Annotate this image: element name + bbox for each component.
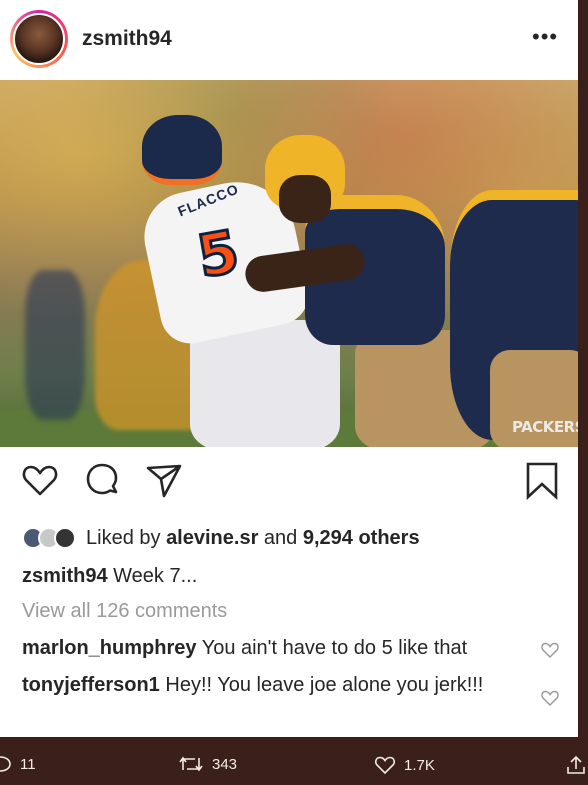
avatar <box>13 13 65 65</box>
retweet-action[interactable]: 343 <box>178 755 237 773</box>
ellipsis-icon[interactable]: ••• <box>532 24 558 50</box>
post-photo[interactable]: FLACCO 5 PACKERS <box>0 80 578 447</box>
comment-like-heart-icon[interactable] <box>540 688 560 708</box>
reply-action[interactable]: 11 <box>0 755 36 773</box>
photo-teammate <box>450 190 578 447</box>
heart-outline-icon <box>374 756 396 775</box>
upload-share-icon <box>567 755 585 774</box>
caption-text: Week 7... <box>113 565 198 587</box>
heart-icon[interactable] <box>20 460 60 500</box>
photo-background-player <box>25 270 85 420</box>
bookmark-icon[interactable] <box>522 460 562 500</box>
photo-watermark: PACKERS <box>512 418 578 436</box>
tweet-action-bar: 11 343 1.7K <box>0 737 588 785</box>
comment-username[interactable]: marlon_humphrey <box>22 637 196 659</box>
share-action[interactable] <box>566 755 588 775</box>
like-action[interactable]: 1.7K <box>374 755 435 775</box>
comment-text: You ain't have to do 5 like that <box>201 637 468 659</box>
post-caption: zsmith94 Week 7... <box>22 565 197 588</box>
post-username[interactable]: zsmith94 <box>82 27 172 51</box>
retweet-icon <box>179 756 203 772</box>
avatar-story-ring[interactable] <box>10 10 68 68</box>
instagram-post-card: zsmith94 ••• FLACCO 5 PACKERS Liked by a… <box>0 0 578 737</box>
comment-item: marlon_humphrey You ain't have to do 5 l… <box>22 635 532 661</box>
post-header: zsmith94 ••• <box>0 0 578 80</box>
caption-username[interactable]: zsmith94 <box>22 565 108 587</box>
share-icon[interactable] <box>144 460 184 500</box>
liker-avatar <box>54 527 76 549</box>
view-all-comments-link[interactable]: View all 126 comments <box>22 600 227 623</box>
retweet-count: 343 <box>212 755 238 773</box>
comment-item: tonyjefferson1 Hey!! You leave joe alone… <box>22 672 522 698</box>
comment-username[interactable]: tonyjefferson1 <box>22 674 160 696</box>
likes-summary[interactable]: Liked by alevine.sr and 9,294 others <box>22 524 420 552</box>
comment-like-heart-icon[interactable] <box>540 640 560 660</box>
likes-text: Liked by alevine.sr and 9,294 others <box>86 526 420 549</box>
comment-text: Hey!! You leave joe alone you jerk!!! <box>165 674 484 696</box>
like-count: 1.7K <box>404 756 435 774</box>
reply-count: 11 <box>20 755 36 773</box>
comment-icon[interactable] <box>82 460 122 500</box>
likes-count[interactable]: 9,294 others <box>303 527 420 549</box>
liker-username[interactable]: alevine.sr <box>166 527 258 549</box>
reply-icon <box>0 756 11 772</box>
post-action-bar <box>0 460 578 510</box>
